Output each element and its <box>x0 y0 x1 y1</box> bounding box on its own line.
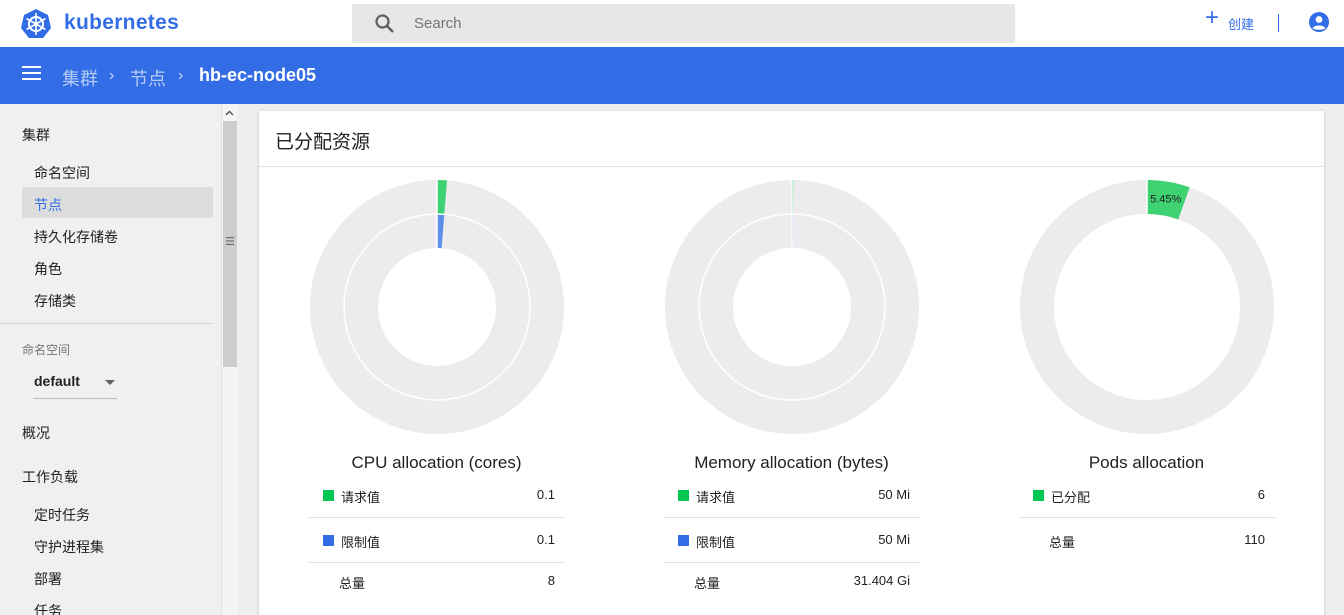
pods-allocated-value: 6 <box>1257 487 1265 502</box>
sidebar-item-storage-classes[interactable]: 存储类 <box>34 291 76 311</box>
namespace-label: 命名空间 <box>22 343 71 357</box>
pods-allocated-label: 已分配 <box>1051 490 1091 505</box>
brand-name[interactable]: kubernetes <box>64 11 179 35</box>
grip-icon <box>226 237 234 245</box>
limits-swatch <box>678 535 689 546</box>
memory-allocation-donut <box>665 180 919 434</box>
pods-total-row: 总量 110 <box>1019 522 1275 563</box>
limits-swatch <box>323 535 334 546</box>
chevron-right-icon: › <box>178 67 184 84</box>
pods-allocation-donut: 5.45% <box>1020 180 1274 434</box>
breadcrumb-current-node: hb-ec-node05 <box>199 65 317 85</box>
cpu-limits-label: 限制值 <box>341 535 381 550</box>
sidebar-scrollbar[interactable] <box>221 104 237 615</box>
sidebar-section-cluster[interactable]: 集群 <box>22 125 50 145</box>
scrollbar-thumb[interactable] <box>223 121 237 367</box>
cpu-allocation-panel: CPU allocation (cores) 请求值 0.1 限制值 0.1 总… <box>259 111 614 615</box>
cpu-requests-value: 0.1 <box>536 487 555 502</box>
memory-requests-value: 50 Mi <box>878 487 910 502</box>
memory-limits-label: 限制值 <box>696 535 736 550</box>
sidebar-item-deployments[interactable]: 部署 <box>34 569 62 589</box>
sidebar: 集群 命名空间 节点 持久化存储卷 角色 存储类 命名空间 default 概况… <box>0 104 221 615</box>
allocated-resources-card: 已分配资源 CPU allocation (cores) 请求值 0.1 限制值… <box>259 111 1324 615</box>
sidebar-item-overview[interactable]: 概况 <box>22 423 50 443</box>
pods-allocation-title: Pods allocation <box>1088 453 1205 472</box>
cpu-requests-label: 请求值 <box>341 490 381 505</box>
cpu-requests-row: 请求值 0.1 <box>309 477 565 518</box>
sidebar-divider <box>0 323 213 324</box>
breadcrumb-nodes[interactable]: 节点 <box>130 65 166 91</box>
allocated-percent-label: 5.45% <box>1150 194 1181 206</box>
search-input[interactable]: Search <box>414 15 462 32</box>
top-bar: kubernetes Search + 创建 <box>0 0 1344 47</box>
namespace-select[interactable]: default <box>33 371 117 399</box>
cpu-limits-row: 限制值 0.1 <box>309 522 565 563</box>
sidebar-item-namespaces[interactable]: 命名空间 <box>34 163 90 183</box>
sidebar-item-cron-jobs[interactable]: 定时任务 <box>34 505 90 525</box>
inner-ring-track <box>344 214 530 400</box>
plus-icon: + <box>1205 4 1220 31</box>
sidebar-item-persistent-volumes[interactable]: 持久化存储卷 <box>34 227 118 247</box>
sidebar-item-jobs[interactable]: 任务 <box>34 601 62 615</box>
sidebar-item-daemon-sets[interactable]: 守护进程集 <box>34 537 104 557</box>
inner-ring-track <box>699 214 885 400</box>
memory-total-value: 31.404 Gi <box>853 573 910 588</box>
pods-allocation-panel: 5.45% Pods allocation 已分配 6 总量 110 <box>969 111 1324 615</box>
pods-total-label: 总量 <box>1049 535 1076 550</box>
sidebar-item-roles[interactable]: 角色 <box>34 259 62 279</box>
kubernetes-logo-icon[interactable] <box>20 8 52 40</box>
caret-down-icon <box>105 380 115 385</box>
chevron-right-icon: › <box>109 67 115 84</box>
memory-total-label: 总量 <box>694 576 721 591</box>
breadcrumb-cluster[interactable]: 集群 <box>62 65 98 91</box>
ring-track <box>1020 180 1274 434</box>
memory-allocation-title: Memory allocation (bytes) <box>694 453 889 472</box>
namespace-value: default <box>34 373 80 389</box>
cpu-allocation-donut <box>310 180 564 434</box>
memory-requests-row: 请求值 50 Mi <box>664 477 920 518</box>
requests-swatch <box>323 490 334 501</box>
pods-allocated-row: 已分配 6 <box>1019 477 1275 518</box>
pods-total-value: 110 <box>1244 532 1265 547</box>
cpu-total-label: 总量 <box>339 576 366 591</box>
scroll-up-arrow-icon[interactable] <box>222 106 237 120</box>
search-bar[interactable]: Search <box>352 4 1015 43</box>
account-icon[interactable] <box>1308 11 1330 33</box>
memory-total-row: 总量 31.404 Gi <box>664 563 920 604</box>
memory-requests-label: 请求值 <box>696 490 736 505</box>
sidebar-section-workloads[interactable]: 工作负载 <box>22 467 78 487</box>
memory-limits-row: 限制值 50 Mi <box>664 522 920 563</box>
cpu-allocation-title: CPU allocation (cores) <box>351 453 522 472</box>
breadcrumb-bar: 集群 › 节点 › hb-ec-node05 <box>0 47 1344 104</box>
cpu-total-value: 8 <box>547 573 555 588</box>
memory-limits-value: 50 Mi <box>878 532 910 547</box>
sidebar-item-nodes[interactable]: 节点 <box>34 195 62 215</box>
cpu-limits-value: 0.1 <box>536 532 555 547</box>
toolbar-divider <box>1278 14 1279 32</box>
allocated-swatch <box>1033 490 1044 501</box>
create-label: 创建 <box>1228 17 1255 32</box>
search-icon <box>375 14 394 33</box>
cpu-total-row: 总量 8 <box>309 563 565 604</box>
memory-allocation-panel: Memory allocation (bytes) 请求值 50 Mi 限制值 … <box>614 111 969 615</box>
menu-icon[interactable] <box>22 65 41 81</box>
requests-swatch <box>678 490 689 501</box>
